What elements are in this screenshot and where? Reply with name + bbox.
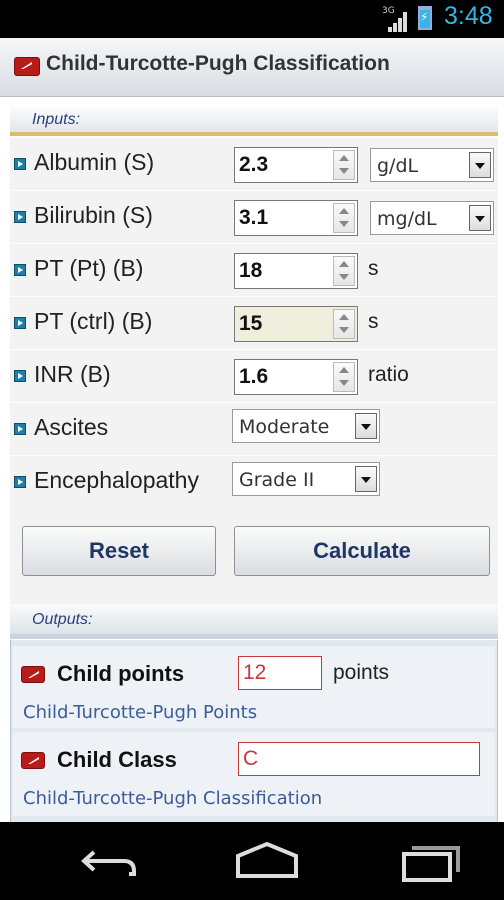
input-label: PT (ctrl) (B) [34,308,153,334]
pt-patient-value[interactable]: 18 [239,259,262,283]
calculator-icon [21,752,45,769]
encephalopathy-value: Grade II [239,469,315,491]
child-class-output[interactable]: C [238,742,480,776]
chevron-down-icon[interactable] [469,152,491,178]
calculator-icon [21,666,45,683]
recent-apps-icon[interactable] [396,840,466,882]
outputs-section-header: Outputs: [10,604,498,639]
albumin-unit-select[interactable]: g/dL [370,148,494,182]
back-icon[interactable] [74,840,144,882]
inputs-header-label: Inputs: [32,111,81,128]
inputs-section-header: Inputs: [10,106,498,136]
albumin-input[interactable]: 2.3 [234,147,358,183]
page-title: Child-Turcotte-Pugh Classification [46,52,390,75]
input-row-ascites: Ascites Moderate [10,403,498,456]
output-description: Child-Turcotte-Pugh Classification [23,788,323,809]
info-arrow-icon[interactable] [14,158,26,170]
input-row-inr: INR (B) 1.6 ratio [10,350,498,403]
status-bar: 3G 3:48 [0,0,504,38]
navigation-bar [0,822,504,900]
calculator-icon [14,57,40,76]
calculate-button-label: Calculate [313,538,411,563]
chevron-down-icon[interactable] [355,466,377,492]
output-row-child-class: Child Class C Child-Turcotte-Pugh Classi… [13,732,495,816]
info-arrow-icon[interactable] [14,370,26,382]
bilirubin-unit-select[interactable]: mg/dL [370,201,494,235]
child-points-unit: points [333,661,390,684]
albumin-unit-value: g/dL [377,155,419,177]
info-arrow-icon[interactable] [14,317,26,329]
input-label: Bilirubin (S) [34,202,153,228]
app-window: Child-Turcotte-Pugh Classification Input… [0,38,504,822]
input-row-bilirubin: Bilirubin (S) 3.1 mg/dL [10,191,498,244]
title-bar: Child-Turcotte-Pugh Classification [0,38,504,97]
input-label: Albumin (S) [34,149,155,175]
pt-patient-spinner[interactable] [333,256,355,286]
output-label: Child Class [57,747,177,772]
ascites-value: Moderate [239,416,330,438]
home-icon[interactable] [232,840,302,882]
input-label: Encephalopathy [34,467,199,493]
chevron-down-icon[interactable] [355,413,377,439]
signal-icon: 3G [380,6,410,32]
inr-input[interactable]: 1.6 [234,359,358,395]
chevron-down-icon[interactable] [469,205,491,231]
albumin-spinner[interactable] [333,150,355,180]
inr-spinner[interactable] [333,362,355,392]
reset-button[interactable]: Reset [22,526,216,576]
child-points-output[interactable]: 12 [238,656,322,690]
pt-patient-unit: s [368,257,379,280]
pt-control-value[interactable]: 15 [239,312,262,336]
info-arrow-icon[interactable] [14,476,26,488]
bilirubin-unit-value: mg/dL [377,208,437,230]
input-label: INR (B) [34,361,111,387]
ascites-select[interactable]: Moderate [232,409,380,443]
output-row-child-points: Child points 12 points Child-Turcotte-Pu… [13,646,495,728]
outputs-panel: Child points 12 points Child-Turcotte-Pu… [10,640,498,822]
outputs-header-label: Outputs: [32,611,93,628]
inr-unit: ratio [368,363,409,386]
input-row-pt-patient: PT (Pt) (B) 18 s [10,244,498,297]
info-arrow-icon[interactable] [14,211,26,223]
input-row-albumin: Albumin (S) 2.3 g/dL [10,138,498,191]
input-row-pt-control: PT (ctrl) (B) 15 s [10,297,498,350]
pt-control-unit: s [368,310,379,333]
pt-patient-input[interactable]: 18 [234,253,358,289]
action-buttons: Reset Calculate [10,500,498,604]
calculate-button[interactable]: Calculate [234,526,490,576]
child-class-value: C [243,747,259,770]
input-label: Ascites [34,414,109,440]
reset-button-label: Reset [89,538,149,563]
input-label: PT (Pt) (B) [34,255,144,281]
info-arrow-icon[interactable] [14,264,26,276]
bilirubin-input[interactable]: 3.1 [234,200,358,236]
child-points-value: 12 [243,661,267,684]
battery-charging-icon [418,6,432,30]
output-label: Child points [57,661,185,686]
output-description: Child-Turcotte-Pugh Points [23,702,258,723]
bilirubin-spinner[interactable] [333,203,355,233]
info-arrow-icon[interactable] [14,423,26,435]
encephalopathy-select[interactable]: Grade II [232,462,380,496]
albumin-value[interactable]: 2.3 [239,153,268,177]
pt-control-spinner[interactable] [333,309,355,339]
clock: 3:48 [444,2,493,30]
pt-control-input[interactable]: 15 [234,306,358,342]
inr-value[interactable]: 1.6 [239,365,268,389]
bilirubin-value[interactable]: 3.1 [239,206,268,230]
